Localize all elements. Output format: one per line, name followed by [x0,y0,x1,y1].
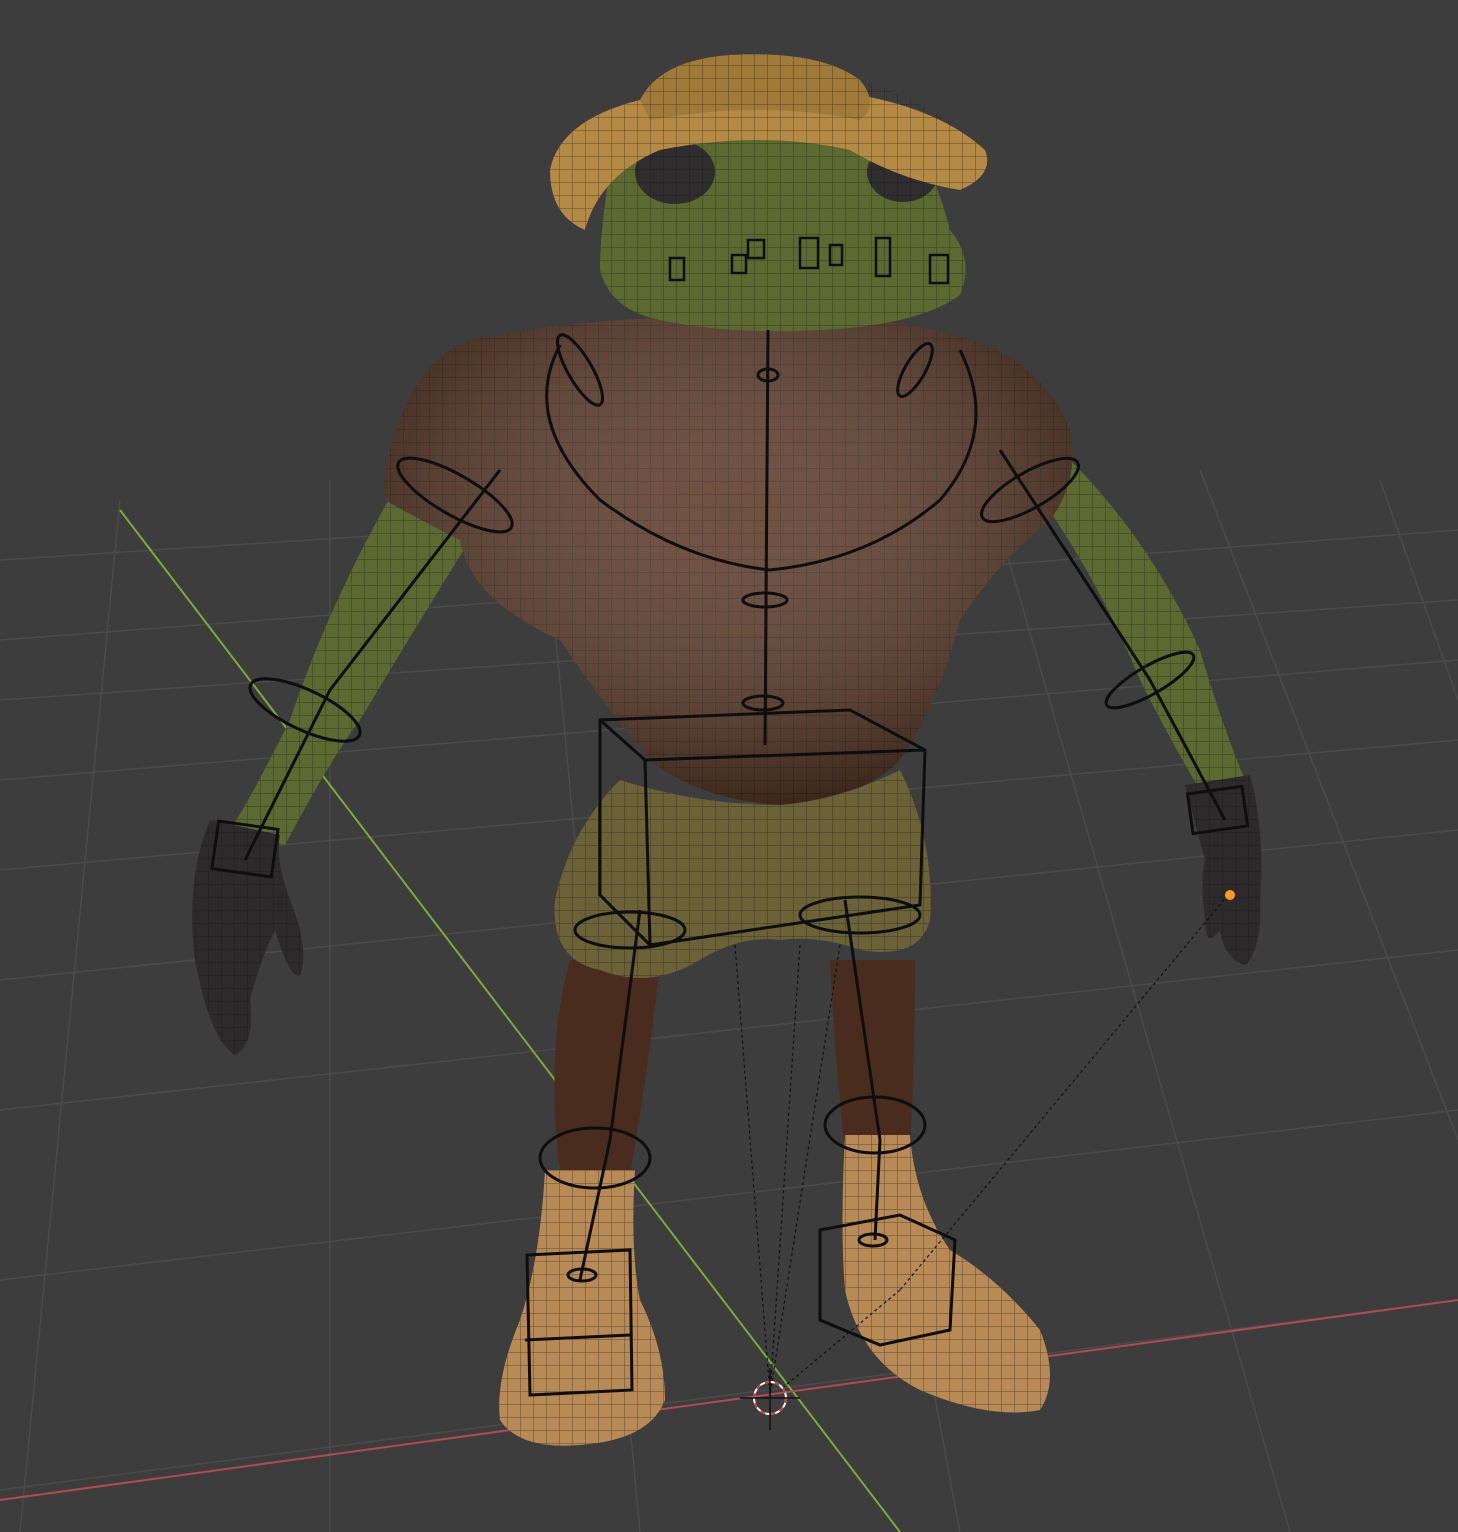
3d-viewport[interactable] [0,0,1458,1532]
object-origin-icon[interactable] [1225,890,1235,900]
right-shin [830,960,915,1150]
